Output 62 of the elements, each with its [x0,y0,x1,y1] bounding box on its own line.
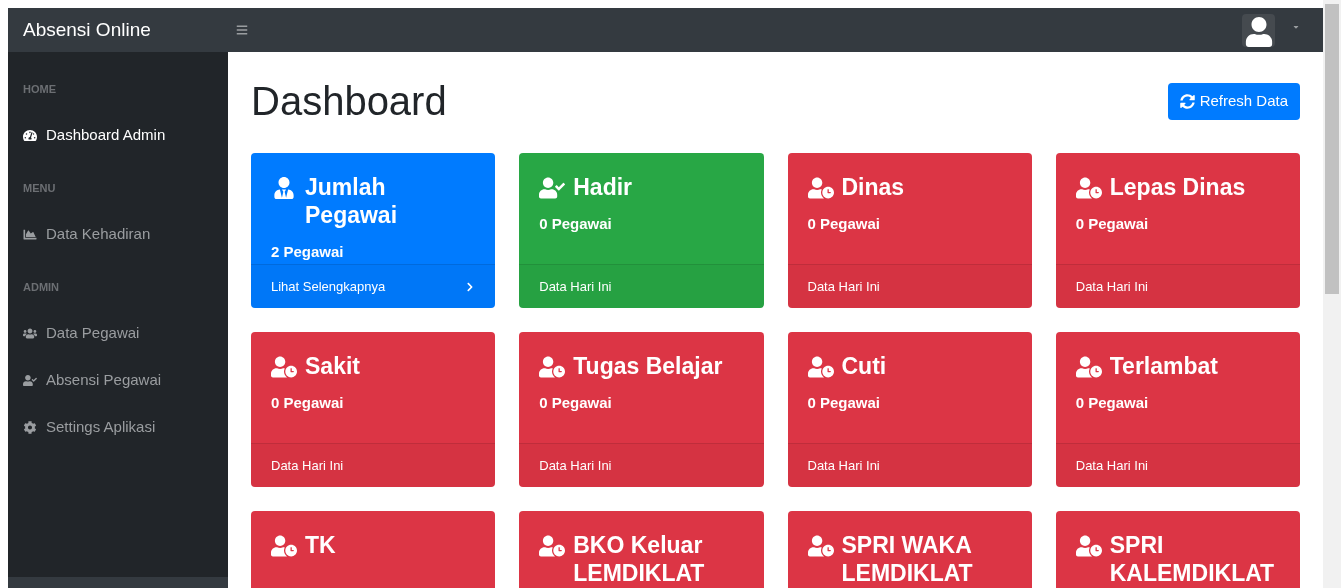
user-clock-icon [271,356,297,378]
card-title: Sakit [305,352,360,380]
settings-icon [23,421,37,434]
card-value: 0 Pegawai [539,214,613,234]
gauge-icon [23,129,37,142]
card-value: 0 Pegawai [1075,214,1150,234]
user-check-icon [23,374,37,387]
sidebar-item[interactable]: Dashboard Admin [8,112,228,159]
user-tie-icon [271,177,297,199]
user-clock-icon [1075,535,1102,557]
card-title: Tugas Belajar [573,352,723,380]
page-title: Dashboard [251,78,447,125]
card-footer: Data Hari Ini [519,443,764,487]
section-heading: ADMIN [22,279,61,295]
refresh-button[interactable]: Refresh Data [1167,82,1300,120]
user-avatar[interactable] [1242,13,1275,47]
user-clock-icon [807,356,834,378]
card-title: TK [305,531,336,559]
card-value: 0 Pegawai [807,393,882,413]
card-footer: Data Hari Ini [519,264,764,308]
section-heading: HOME [22,81,57,97]
card-title: Hadir [573,173,633,201]
scrollbar[interactable] [1323,0,1341,588]
user-clock-icon [807,177,834,199]
card-footer: Data Hari Ini [1055,443,1300,487]
sidebar-item[interactable]: Data Kehadiran [8,211,228,258]
card-footer-link[interactable]: Lihat Selengkapnya [251,264,496,308]
caret-icon[interactable] [1292,23,1300,31]
sidebar-item[interactable]: Settings Aplikasi [8,404,228,451]
user-clock-icon [807,535,834,557]
card-footer: Data Hari Ini [787,264,1032,308]
refresh-icon [1179,93,1195,109]
section-heading: MENU [22,180,57,196]
user-clock-icon [1075,356,1102,378]
card-title: SPRI KALEMDIKLAT [1109,531,1276,587]
user-clock-icon [1075,177,1102,199]
card-footer: Data Hari Ini [1055,264,1300,308]
card-value: 0 Pegawai [1075,393,1150,413]
brand-title[interactable]: Absensi Online [23,15,151,45]
card-title: Dinas [841,173,905,201]
sidebar-item[interactable]: Absensi Pegawai [8,357,228,404]
card-footer: Data Hari Ini [787,443,1032,487]
menu-icon[interactable] [236,24,248,36]
sidebar-item[interactable]: Data Pegawai [8,310,228,357]
chevron-right-icon [466,281,475,292]
card-title: Cuti [841,352,887,380]
user-check-icon [539,177,566,199]
card-title: Jumlah Pegawai [305,173,399,229]
card-title: Terlambat [1109,352,1218,380]
user-clock-icon [271,535,297,557]
card-value: 2 Pegawai [271,242,345,262]
card-value: 0 Pegawai [539,393,613,413]
user-clock-icon [539,535,566,557]
card-value: 0 Pegawai [807,214,882,234]
users-icon [23,327,37,340]
card-title: SPRI WAKA LEMDIKLAT [841,531,974,587]
card-value: 0 Pegawai [271,393,345,413]
user-clock-icon [539,356,566,378]
card-title: BKO Keluar LEMDIKLAT [573,531,706,587]
area-chart-icon [23,228,37,241]
card-footer: Data Hari Ini [251,443,496,487]
card-title: Lepas Dinas [1109,173,1246,201]
